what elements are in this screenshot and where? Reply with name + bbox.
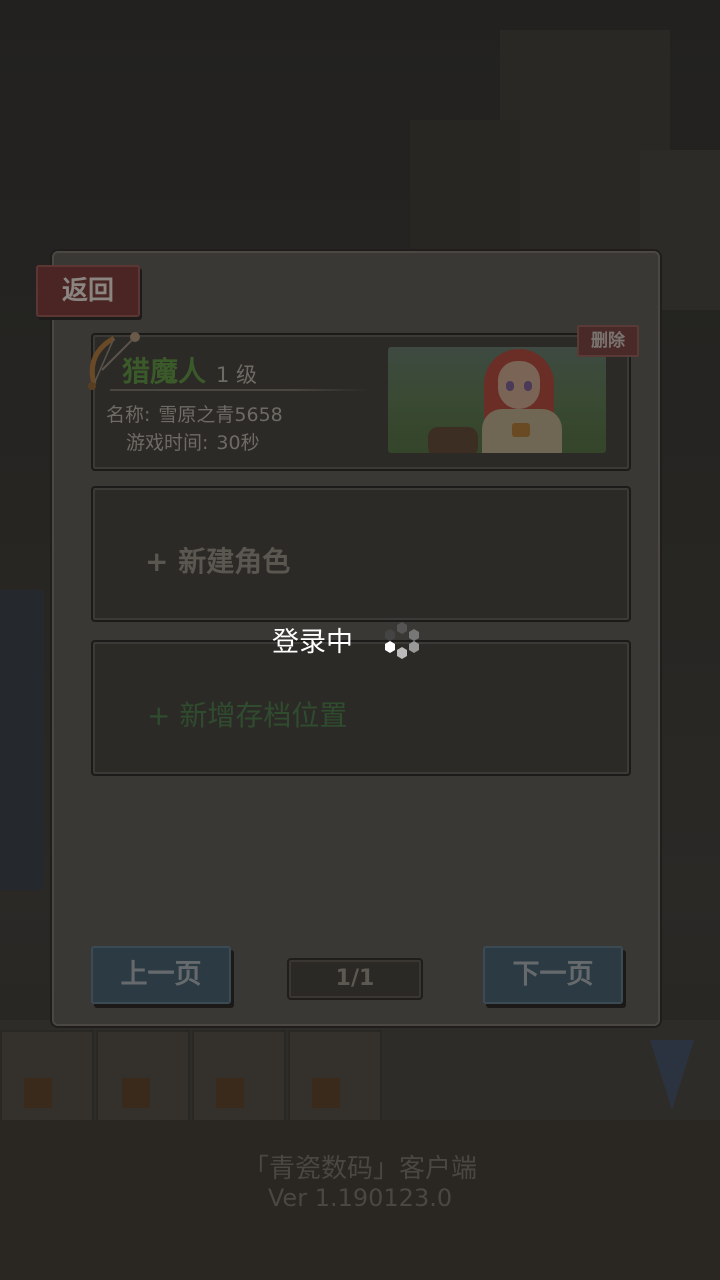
divider (110, 389, 370, 391)
play-time-label: 游戏时间: (126, 432, 209, 454)
prev-page-button[interactable]: 上一页 (91, 946, 231, 1004)
character-portrait (388, 347, 606, 453)
name-label: 名称: (106, 404, 151, 426)
background-window (312, 1078, 340, 1108)
background-window (216, 1078, 244, 1108)
background-block (0, 1030, 94, 1124)
background-window (24, 1078, 52, 1108)
character-level: 1 级 (216, 363, 258, 387)
next-page-button[interactable]: 下一页 (483, 946, 623, 1004)
crystal-decoration (650, 1040, 694, 1110)
loading-spinner-icon (385, 622, 419, 659)
background-block (96, 1030, 190, 1124)
add-save-slot-label: + 新增存档位置 (147, 699, 348, 732)
new-character-label: + 新建角色 (145, 545, 291, 578)
client-version: Ver 1.190123.0 (267, 1184, 453, 1212)
play-time-value: 30秒 (216, 432, 260, 454)
background-block (192, 1030, 286, 1124)
play-time-row: 游戏时间: 30秒 (126, 428, 260, 455)
client-title: 「青瓷数码」客户端 (242, 1154, 477, 1184)
background-pillar (0, 590, 44, 890)
character-class: 猎魔人 (122, 355, 207, 388)
back-button[interactable]: 返回 (36, 265, 140, 317)
delete-button[interactable]: 删除 (577, 325, 639, 357)
background-tower (410, 120, 520, 250)
character-name-row: 名称: 雪原之青5658 (106, 400, 283, 427)
background-window (122, 1078, 150, 1108)
character-name: 雪原之青5658 (158, 404, 283, 426)
background-block (288, 1030, 382, 1124)
page-indicator: 1/1 (287, 958, 423, 1000)
loading-text: 登录中 (272, 627, 353, 658)
